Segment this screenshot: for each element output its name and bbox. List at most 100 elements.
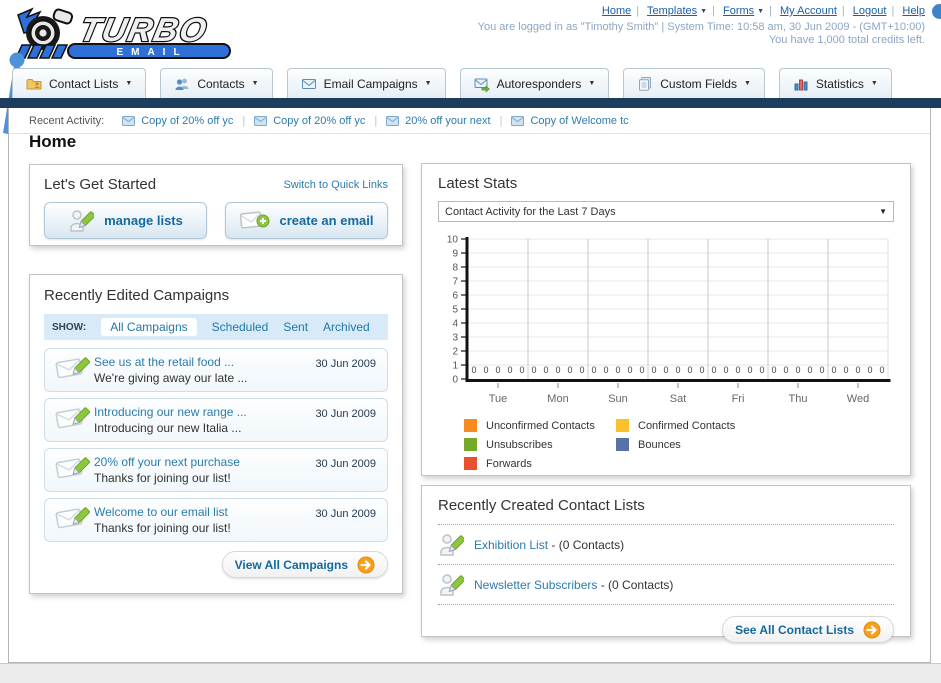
contact-lists-list: Exhibition List - (0 Contacts) Newslette… xyxy=(438,524,894,605)
svg-text:0: 0 xyxy=(675,365,680,375)
legend-item: Unconfirmed Contacts xyxy=(464,419,616,432)
nav-tab-contacts[interactable]: Contacts ▼ xyxy=(160,68,273,98)
svg-text:0: 0 xyxy=(639,365,644,375)
custom-fields-icon xyxy=(639,76,652,91)
chevron-down-icon: ▼ xyxy=(588,80,596,87)
envelope-icon xyxy=(254,115,268,126)
create-email-button[interactable]: create an email xyxy=(225,202,388,239)
chevron-down-icon: ▼ xyxy=(743,80,751,87)
chevron-down-icon: ▼ xyxy=(125,80,133,87)
see-all-contact-lists-button[interactable]: See All Contact Lists xyxy=(722,616,894,643)
switch-quick-links[interactable]: Switch to Quick Links xyxy=(283,179,388,191)
legend-swatch-icon xyxy=(616,438,629,451)
recent-activity-link[interactable]: Copy of 20% off yc xyxy=(141,115,233,127)
legend-label: Unconfirmed Contacts xyxy=(486,419,595,432)
campaign-subject: Introducing our new Italia ... xyxy=(94,421,242,435)
person-pencil-icon xyxy=(440,573,464,596)
legend-item: Confirmed Contacts xyxy=(616,419,768,432)
tab-all-campaigns[interactable]: All Campaigns xyxy=(101,318,197,336)
create-email-label: create an email xyxy=(279,213,374,228)
tab-sent[interactable]: Sent xyxy=(283,320,308,334)
svg-text:0: 0 xyxy=(567,365,572,375)
credits-status: You have 1,000 total credits left. xyxy=(768,34,925,46)
recent-activity-link[interactable]: 20% off your next xyxy=(405,115,490,127)
svg-text:0: 0 xyxy=(867,365,872,375)
divider: | xyxy=(712,5,715,17)
view-all-campaigns-button[interactable]: View All Campaigns xyxy=(221,551,388,578)
email-plus-icon xyxy=(239,210,270,229)
svg-text:6: 6 xyxy=(452,291,458,302)
nav-tab-custom-fields[interactable]: Custom Fields ▼ xyxy=(623,68,765,98)
chevron-down-icon: ▼ xyxy=(251,80,259,87)
recent-activity-bar: Recent Activity: Copy of 20% off yc | Co… xyxy=(9,108,930,134)
campaign-date: 30 Jun 2009 xyxy=(315,458,376,470)
legend-item: Forwards xyxy=(464,457,616,470)
chart-legend: Unconfirmed Contacts Confirmed Contacts Un… xyxy=(464,419,894,476)
svg-text:0: 0 xyxy=(783,365,788,375)
nav-tab-label: Custom Fields xyxy=(660,76,737,91)
contact-list-link[interactable]: Newsletter Subscribers xyxy=(474,578,597,592)
svg-text:0: 0 xyxy=(471,365,476,375)
campaign-link[interactable]: See us at the retail food ... xyxy=(94,355,315,369)
svg-text:0: 0 xyxy=(519,365,524,375)
svg-text:0: 0 xyxy=(651,365,656,375)
nav-tab-statistics[interactable]: Statistics ▼ xyxy=(778,68,892,98)
stats-chart: 0123456789100 0 0 0 0Tue0 0 0 0 0Mon0 0 0 0 0Sun0 0 0 0… xyxy=(447,235,891,405)
top-link-help[interactable]: Help xyxy=(902,5,925,17)
page-title: Home xyxy=(29,132,77,151)
see-all-contact-lists-label: See All Contact Lists xyxy=(735,622,854,637)
top-link-logout[interactable]: Logout xyxy=(853,5,887,17)
top-link-forms[interactable]: Forms xyxy=(723,5,754,17)
legend-item: Bounces xyxy=(616,438,768,451)
svg-text:0: 0 xyxy=(843,365,848,375)
nav-tab-autoresponders[interactable]: Autoresponders ▼ xyxy=(459,68,610,98)
svg-text:0: 0 xyxy=(747,365,752,375)
recent-activity-link[interactable]: Copy of Welcome tc xyxy=(530,115,628,127)
svg-text:0: 0 xyxy=(855,365,860,375)
svg-text:0: 0 xyxy=(735,365,740,375)
person-pencil-icon xyxy=(440,533,464,556)
legend-label: Confirmed Contacts xyxy=(638,419,736,432)
logo-title: TURBO xyxy=(76,12,211,49)
svg-text:9: 9 xyxy=(452,249,458,260)
top-link-my-account[interactable]: My Account xyxy=(780,5,837,17)
contact-list-link[interactable]: Exhibition List xyxy=(474,538,548,552)
email-edit-icon xyxy=(55,507,91,529)
divider: | xyxy=(636,5,640,17)
get-started-title: Let's Get Started xyxy=(44,176,157,193)
arrow-right-icon xyxy=(863,621,881,638)
stats-period-dropdown[interactable]: Contact Activity for the Last 7 Days ▼ xyxy=(438,201,894,222)
divider: | xyxy=(841,5,845,17)
email-edit-icon xyxy=(55,407,91,429)
nav-tab-contact-lists[interactable]: Contact Lists ▼ xyxy=(12,68,147,98)
nav-tab-email-campaigns[interactable]: Email Campaigns ▼ xyxy=(286,68,446,98)
arrow-right-icon xyxy=(357,556,375,573)
show-label: SHOW: xyxy=(52,321,87,333)
help-bubble-icon[interactable] xyxy=(932,4,941,19)
campaign-link[interactable]: 20% off your next purchase xyxy=(94,455,315,469)
svg-text:0: 0 xyxy=(699,365,704,375)
campaign-subject: Thanks for joining our list! xyxy=(94,521,231,535)
legend-item: Unsubscribes xyxy=(464,438,616,451)
top-link-templates[interactable]: Templates xyxy=(647,5,697,17)
campaign-link[interactable]: Welcome to our email list xyxy=(94,505,315,519)
tab-archived[interactable]: Archived xyxy=(323,320,370,334)
svg-text:8: 8 xyxy=(452,263,458,274)
manage-lists-button[interactable]: manage lists xyxy=(44,202,207,239)
svg-text:Thu: Thu xyxy=(789,393,808,405)
top-link-home[interactable]: Home xyxy=(602,5,631,17)
svg-text:3: 3 xyxy=(452,333,458,344)
nav-tab-label: Email Campaigns xyxy=(323,76,418,91)
recent-activity-link[interactable]: Copy of 20% off yc xyxy=(273,115,365,127)
autoresponders-icon xyxy=(474,78,490,92)
tab-scheduled[interactable]: Scheduled xyxy=(212,320,269,334)
svg-text:Wed: Wed xyxy=(847,393,869,405)
manage-lists-label: manage lists xyxy=(104,213,183,228)
campaign-link[interactable]: Introducing our new range ... xyxy=(94,405,315,419)
footer-strip xyxy=(0,663,941,683)
main-content: Recent Activity: Copy of 20% off yc | Co… xyxy=(8,108,931,663)
login-status: You are logged in as "Timothy Smith" | S… xyxy=(477,21,925,33)
svg-text:0: 0 xyxy=(543,365,548,375)
svg-text:0: 0 xyxy=(591,365,596,375)
email-campaigns-icon xyxy=(301,78,316,89)
